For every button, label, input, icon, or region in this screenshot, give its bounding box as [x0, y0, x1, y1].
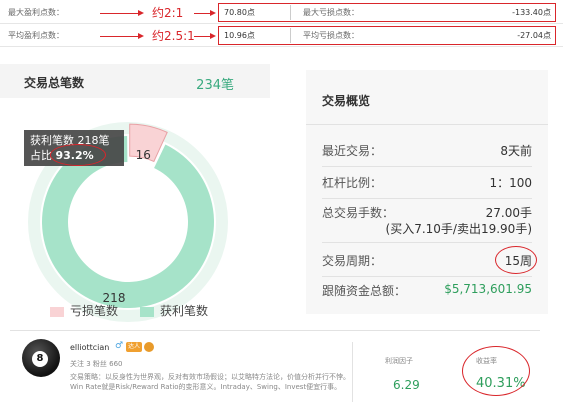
- divider: [322, 198, 532, 199]
- total-lots-label: 总交易手数：: [322, 206, 395, 220]
- max-loss-label: 最大亏损点数：: [303, 8, 359, 17]
- max-loss-value: -133.40点: [512, 8, 551, 17]
- trades-card: 交易总笔数 234笔 16 218: [0, 64, 270, 322]
- divider: [322, 242, 532, 243]
- expert-badge: 达人: [126, 342, 142, 352]
- trades-card-header: 交易总笔数 234笔: [0, 64, 270, 98]
- leverage-label: 杠杆比例：: [322, 176, 383, 190]
- highlight-box: [218, 26, 556, 45]
- eight-ball-icon: 8: [32, 351, 48, 367]
- recent-trade-label: 最近交易：: [322, 144, 383, 158]
- trades-title: 交易总笔数: [24, 76, 85, 90]
- annotation-circle: [50, 144, 106, 166]
- strategy-description: 交易策略：以反身性为世界观，反对有效市场假设；以艾略特方法论，价值分析并行不悖。…: [70, 373, 350, 391]
- male-icon: ♂: [115, 341, 124, 351]
- avg-profit-label: 平均盈利点数：: [8, 31, 64, 40]
- divider: [0, 23, 563, 24]
- total-lots-value: 27.00手: [485, 206, 532, 220]
- divider: [10, 330, 540, 331]
- avg-loss-value: -27.04点: [517, 31, 551, 40]
- max-profit-row: 最大盈利点数： 约2:1 70.80点 最大亏损点数： -133.40点: [0, 2, 563, 24]
- max-profit-label: 最大盈利点数：: [8, 8, 64, 17]
- tooltip-prefix: 占比: [30, 149, 52, 162]
- arrow-line: [194, 10, 216, 16]
- follow-stats: 关注 3 粉丝 660: [70, 360, 123, 368]
- recent-trade-value: 8天前: [500, 144, 532, 158]
- divider: [306, 124, 548, 125]
- max-profit-value: 70.80点: [224, 8, 255, 17]
- leverage-value: 1：100: [489, 176, 532, 190]
- annotation-circle: [495, 246, 537, 274]
- divider: [290, 28, 291, 43]
- ratio-annotation: 约2:1: [152, 6, 184, 20]
- legend-swatch-win: [140, 306, 154, 317]
- legend-item-win[interactable]: 获利笔数: [140, 302, 208, 319]
- divider: [0, 46, 563, 47]
- arrow-line: [100, 33, 144, 39]
- avg-loss-label: 平均亏损点数：: [303, 31, 359, 40]
- donut-label-loss: 16: [136, 148, 151, 162]
- legend-swatch-loss: [50, 306, 64, 317]
- profit-factor-value: 6.29: [393, 378, 420, 392]
- funds-label: 跟随资金总额：: [322, 284, 407, 298]
- highlight-box: [218, 3, 556, 22]
- ratio-annotation: 约2.5:1: [152, 29, 195, 43]
- divider: [322, 166, 532, 167]
- divider: [322, 276, 532, 277]
- avg-profit-row: 平均盈利点数： 约2.5:1 10.96点 平均亏损点数： -27.04点: [0, 25, 563, 47]
- username-link[interactable]: elliottcian: [70, 343, 109, 352]
- profit-factor-label: 利润因子: [385, 357, 413, 365]
- legend-item-loss[interactable]: 亏损笔数: [50, 302, 118, 319]
- overview-card: 交易概览 最近交易： 8天前 杠杆比例： 1：100 总交易手数： 27.00手…: [306, 70, 548, 314]
- cycle-label: 交易周期：: [322, 254, 383, 268]
- total-lots-detail: (买入7.10手/卖出19.90手): [385, 222, 532, 236]
- arrow-line: [100, 10, 144, 16]
- trades-total: 234笔: [196, 78, 234, 93]
- arrow-line: [194, 33, 216, 39]
- divider: [290, 5, 291, 20]
- legend-label-loss: 亏损笔数: [70, 304, 119, 318]
- medal-icon: [144, 342, 154, 352]
- legend-label-win: 获利笔数: [160, 304, 209, 318]
- annotation-circle: [462, 346, 530, 396]
- divider: [352, 342, 353, 402]
- funds-value: $5,713,601.95: [444, 282, 532, 296]
- overview-title: 交易概览: [322, 94, 371, 108]
- avg-profit-value: 10.96点: [224, 31, 255, 40]
